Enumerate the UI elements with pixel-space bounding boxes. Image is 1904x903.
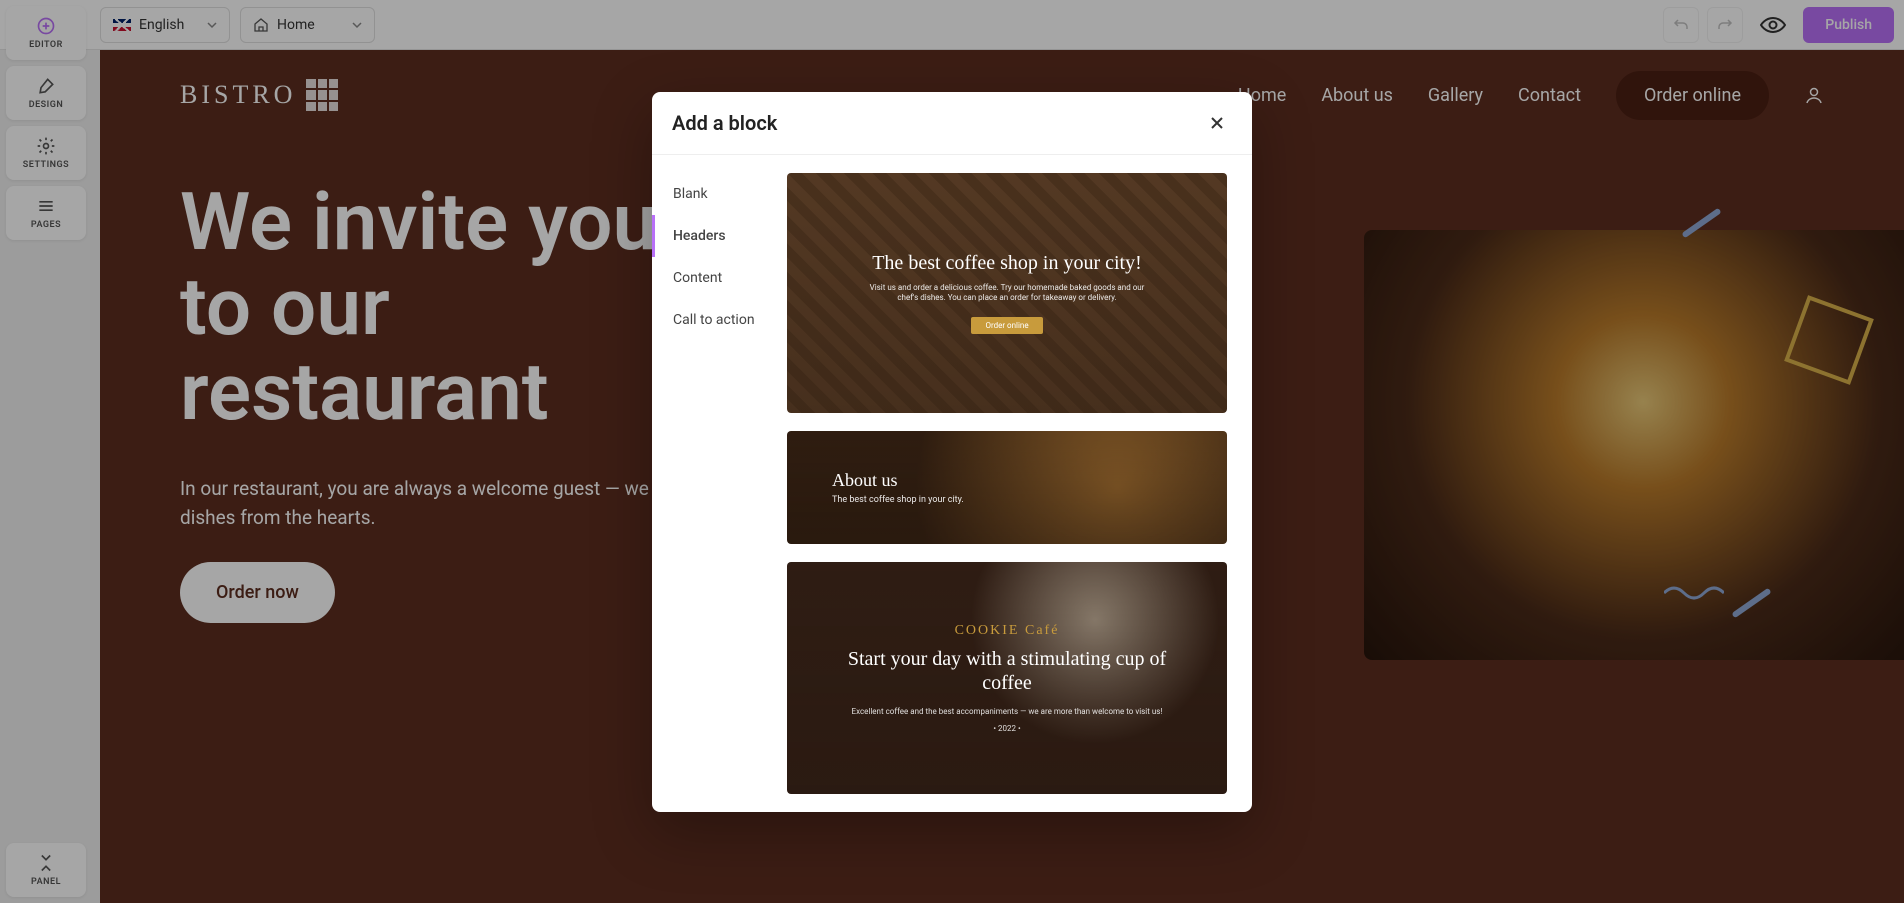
preview-subtitle: Excellent coffee and the best accompanim… bbox=[852, 707, 1163, 716]
block-preview-cookie-cafe[interactable]: COOKIE Café Start your day with a stimul… bbox=[787, 562, 1227, 794]
modal-title: Add a block bbox=[672, 111, 777, 135]
block-preview-about-us[interactable]: About us The best coffee shop in your ci… bbox=[787, 431, 1227, 544]
block-preview-list[interactable]: The best coffee shop in your city! Visit… bbox=[772, 155, 1252, 812]
category-label: Headers bbox=[673, 228, 726, 244]
modal-header: Add a block bbox=[652, 92, 1252, 154]
category-headers[interactable]: Headers bbox=[652, 215, 772, 257]
preview-year: • 2022 • bbox=[993, 724, 1020, 733]
category-label: Content bbox=[673, 270, 722, 286]
modal-body: Blank Headers Content Call to action The… bbox=[652, 154, 1252, 812]
preview-brand: COOKIE Café bbox=[955, 623, 1060, 639]
category-blank[interactable]: Blank bbox=[652, 173, 772, 215]
preview-subtitle: Visit us and order a delicious coffee. T… bbox=[867, 283, 1147, 304]
preview-title: About us bbox=[832, 470, 1227, 491]
preview-subtitle: The best coffee shop in your city. bbox=[832, 495, 1227, 505]
add-block-modal: Add a block Blank Headers Content Call t… bbox=[652, 92, 1252, 812]
category-content[interactable]: Content bbox=[652, 257, 772, 299]
close-icon bbox=[1209, 115, 1225, 131]
category-label: Blank bbox=[673, 186, 708, 202]
category-call-to-action[interactable]: Call to action bbox=[652, 299, 772, 341]
preview-title: The best coffee shop in your city! bbox=[872, 252, 1142, 275]
category-label: Call to action bbox=[673, 312, 755, 328]
block-preview-coffee-shop[interactable]: The best coffee shop in your city! Visit… bbox=[787, 173, 1227, 413]
preview-button-label: Order online bbox=[971, 317, 1042, 334]
modal-close-button[interactable] bbox=[1202, 108, 1232, 138]
modal-category-list: Blank Headers Content Call to action bbox=[652, 155, 772, 812]
preview-title: Start your day with a stimulating cup of… bbox=[837, 647, 1177, 695]
